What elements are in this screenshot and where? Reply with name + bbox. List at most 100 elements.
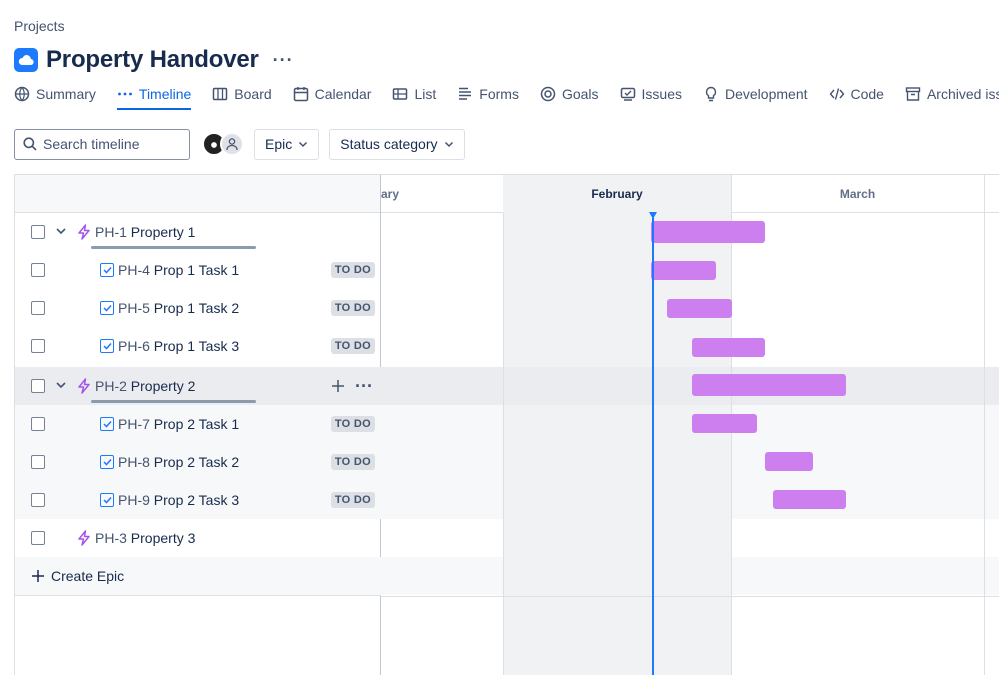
- today-marker-tip: [649, 212, 657, 219]
- bar-ph-6[interactable]: [692, 338, 765, 357]
- tab-calendar[interactable]: Calendar: [293, 80, 371, 108]
- task-row-ph-5[interactable]: PH-5 Prop 1 Task 2 TO DO: [15, 289, 381, 327]
- tab-summary[interactable]: Summary: [14, 80, 96, 108]
- epic-row-ph-1[interactable]: PH-1 Property 1: [15, 213, 381, 251]
- add-icon[interactable]: [331, 379, 345, 393]
- tab-list[interactable]: List: [392, 80, 436, 108]
- epic-row-ph-2[interactable]: PH-2 Property 2 ···: [15, 367, 381, 405]
- status-badge[interactable]: TO DO: [330, 262, 375, 278]
- row-checkbox[interactable]: [31, 493, 45, 507]
- tab-code[interactable]: Code: [829, 80, 884, 108]
- issue-key[interactable]: PH-2: [95, 378, 127, 394]
- status-badge[interactable]: TO DO: [330, 300, 375, 316]
- row-checkbox[interactable]: [31, 225, 45, 239]
- row-checkbox[interactable]: [31, 379, 45, 393]
- row-checkbox[interactable]: [31, 417, 45, 431]
- issue-title: Prop 1 Task 2: [153, 300, 240, 316]
- today-marker: [652, 213, 654, 675]
- task-row-ph-6[interactable]: PH-6 Prop 1 Task 3 TO DO: [15, 327, 381, 365]
- tab-issues[interactable]: Issues: [620, 80, 682, 108]
- search-input[interactable]: [43, 136, 183, 152]
- tab-forms[interactable]: Forms: [457, 80, 519, 108]
- more-actions-icon[interactable]: ···: [273, 50, 294, 71]
- code-icon: [829, 88, 844, 100]
- bar-ph-4[interactable]: [651, 261, 716, 280]
- bar-ph-2[interactable]: [692, 374, 846, 396]
- timeline-row-group: [381, 405, 999, 519]
- task-checkbox-icon: [100, 301, 114, 315]
- task-checkbox-icon: [100, 339, 114, 353]
- status-badge[interactable]: TO DO: [330, 454, 375, 470]
- issue-list: PH-1 Property 1 PH-4 Prop 1 Task 1 TO DO…: [15, 175, 381, 675]
- bar-ph-7[interactable]: [692, 414, 757, 433]
- epic-row-ph-3[interactable]: PH-3 Property 3: [15, 519, 381, 557]
- plus-icon: [32, 570, 44, 582]
- issue-key[interactable]: PH-4: [118, 262, 150, 278]
- issue-title: Prop 2 Task 2: [153, 454, 240, 470]
- bar-ph-1[interactable]: [651, 221, 765, 243]
- create-epic-row[interactable]: Create Epic: [15, 557, 381, 596]
- task-row-ph-9[interactable]: PH-9 Prop 2 Task 3 TO DO: [15, 481, 381, 519]
- bar-ph-5[interactable]: [667, 299, 732, 318]
- search-box[interactable]: [14, 128, 190, 160]
- more-icon[interactable]: ···: [355, 376, 373, 397]
- timeline-dots-icon: [118, 92, 132, 96]
- issue-title: Prop 2 Task 1: [153, 416, 240, 432]
- tab-archived-issues[interactable]: Archived iss: [905, 80, 999, 108]
- task-row-ph-4[interactable]: PH-4 Prop 1 Task 1 TO DO: [15, 251, 381, 289]
- row-checkbox[interactable]: [31, 301, 45, 315]
- avatar-group: [202, 132, 244, 156]
- epic-progress-bar: [91, 246, 256, 249]
- tab-goals[interactable]: Goals: [540, 80, 599, 108]
- month-march: March: [839, 187, 876, 201]
- page-title: Property Handover: [46, 46, 259, 73]
- epic-lightning-icon: [78, 224, 90, 240]
- task-row-ph-8[interactable]: PH-8 Prop 2 Task 2 TO DO: [15, 443, 381, 481]
- chevron-down-icon[interactable]: [55, 225, 67, 237]
- row-checkbox[interactable]: [31, 339, 45, 353]
- epic-lightning-icon: [78, 378, 90, 394]
- issue-title: Prop 1 Task 1: [153, 262, 240, 278]
- calendar-icon: [293, 87, 308, 102]
- chevron-down-icon: [444, 141, 453, 148]
- tab-board[interactable]: Board: [212, 80, 272, 108]
- epic-progress-bar: [91, 400, 256, 403]
- issue-title: Property 2: [130, 378, 196, 394]
- status-badge[interactable]: TO DO: [330, 416, 375, 432]
- month-divider: [984, 175, 985, 675]
- tab-timeline[interactable]: Timeline: [116, 80, 192, 110]
- issue-title: Property 1: [130, 224, 196, 240]
- row-checkbox[interactable]: [31, 531, 45, 545]
- issue-key[interactable]: PH-6: [118, 338, 150, 354]
- issue-title: Property 3: [130, 530, 196, 546]
- month-january: ary: [381, 187, 400, 201]
- project-tabs: Summary Timeline Board Calendar List For…: [14, 80, 999, 110]
- list-header: [15, 175, 380, 213]
- avatar-unassigned[interactable]: [220, 132, 244, 156]
- globe-icon: [14, 86, 30, 102]
- issue-key[interactable]: PH-5: [118, 300, 150, 316]
- row-actions: ···: [331, 376, 373, 397]
- issue-key[interactable]: PH-9: [118, 492, 150, 508]
- breadcrumb[interactable]: Projects: [14, 18, 65, 34]
- issue-key[interactable]: PH-8: [118, 454, 150, 470]
- bar-ph-8[interactable]: [765, 452, 813, 471]
- person-icon: [226, 138, 238, 151]
- status-category-dropdown[interactable]: Status category: [329, 128, 465, 160]
- row-checkbox[interactable]: [31, 263, 45, 277]
- issue-key[interactable]: PH-3: [95, 530, 127, 546]
- chevron-down-icon[interactable]: [55, 379, 67, 391]
- row-checkbox[interactable]: [31, 455, 45, 469]
- status-badge[interactable]: TO DO: [330, 492, 375, 508]
- issue-key[interactable]: PH-7: [118, 416, 150, 432]
- archive-icon: [905, 87, 921, 101]
- status-badge[interactable]: TO DO: [330, 338, 375, 354]
- task-row-ph-7[interactable]: PH-7 Prop 2 Task 1 TO DO: [15, 405, 381, 443]
- create-epic-button[interactable]: Create Epic: [31, 568, 124, 584]
- epic-filter-dropdown[interactable]: Epic: [254, 128, 320, 160]
- issue-key[interactable]: PH-1: [95, 224, 127, 240]
- tab-development[interactable]: Development: [703, 80, 808, 108]
- bar-ph-9[interactable]: [773, 490, 846, 509]
- task-checkbox-icon: [100, 455, 114, 469]
- timeline-grid: ary February March PH-1 Property 1 PH-4 …: [14, 174, 999, 675]
